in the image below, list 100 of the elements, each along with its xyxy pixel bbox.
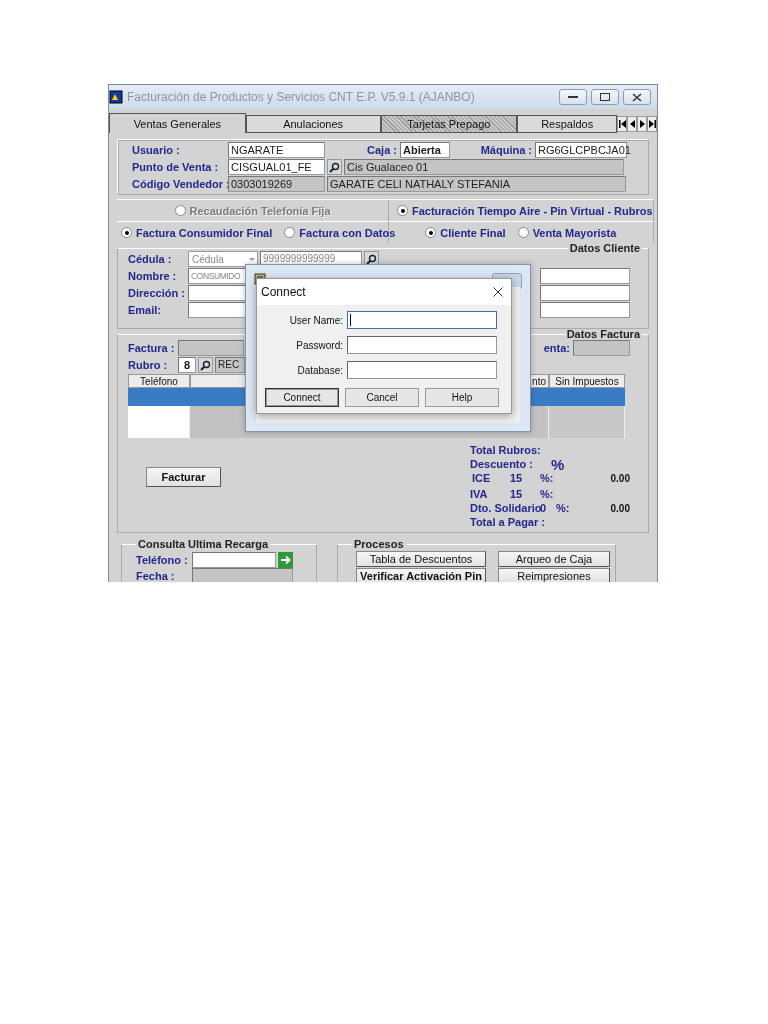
radio-button[interactable] — [517, 227, 529, 238]
column-header: Sin Impuestos — [549, 374, 625, 388]
percent-label: %: — [556, 502, 570, 514]
field-label: enta: — [543, 342, 570, 354]
field-label: Factura : — [128, 342, 176, 354]
item-name-field: REC — [215, 357, 245, 373]
next-tab-button[interactable] — [637, 116, 647, 132]
email-field[interactable] — [540, 302, 630, 318]
last-icon — [648, 120, 656, 128]
tab[interactable]: Ventas Generales — [109, 113, 246, 133]
previous-tab-button[interactable] — [627, 116, 638, 132]
input-field[interactable] — [347, 336, 497, 354]
close-button[interactable] — [623, 89, 651, 105]
minimize-button[interactable] — [559, 89, 587, 105]
group-title: Datos Cliente — [568, 244, 641, 254]
radio-button[interactable] — [284, 227, 296, 238]
point-of-sale-name-field: Cis Gualaceo 01 — [344, 159, 624, 175]
group-title: Procesos — [353, 539, 405, 550]
go-button[interactable] — [278, 552, 293, 568]
group-title: Consulta Ultima Recarga — [137, 539, 270, 550]
field-label: Email: — [128, 304, 162, 316]
column-header: Teléfono — [128, 374, 190, 388]
field-label: Cédula : — [128, 253, 173, 265]
dialog-button[interactable]: Connect — [265, 388, 339, 407]
window-title: Facturación de Productos y Servicios CNT E.P. V5.9.1 (AJANBO) — [127, 90, 476, 104]
amount-value: 0.00 — [610, 472, 630, 484]
user-field[interactable]: NGARATE — [228, 142, 325, 158]
tab[interactable]: Anulaciones — [245, 115, 381, 133]
field-label: Fecha : — [135, 570, 176, 582]
amount-value: 0.00 — [610, 502, 630, 514]
cash-register-field[interactable]: Abierta — [400, 142, 450, 158]
point-of-sale-field[interactable]: CISGUAL01_FE — [228, 159, 325, 175]
seller-code-field: 0303019269 — [228, 176, 325, 192]
rate-value: 15 — [510, 472, 524, 484]
radio-label: Factura Consumidor Final — [136, 226, 273, 239]
field-label: Caja : — [366, 144, 398, 156]
radio-button[interactable] — [121, 227, 132, 238]
field-label: Usuario : — [132, 144, 181, 156]
dialog-title: Connect — [261, 285, 306, 299]
input-field[interactable] — [347, 311, 497, 329]
first-icon — [618, 120, 626, 128]
radio-label: Recaudación Telefonía Fija — [189, 204, 331, 217]
left-triangle-icon — [628, 120, 636, 128]
search-button[interactable] — [327, 159, 342, 175]
invoice-button[interactable]: Facturar — [146, 467, 221, 487]
radio-label: Venta Mayorista — [532, 226, 617, 239]
close-icon[interactable] — [493, 287, 503, 297]
field-label: Database: — [296, 364, 344, 376]
field-label: Nombre : — [128, 270, 178, 282]
total-label: Descuento : — [470, 458, 533, 470]
rate-value: 0 — [540, 502, 548, 514]
seller-name-field: GARATE CELI NATHALY STEFANIA — [327, 176, 626, 192]
close-icon — [632, 92, 642, 102]
search-button[interactable] — [198, 357, 213, 373]
field-label: Código Vendedor : — [132, 178, 228, 190]
tab[interactable]: Respaldos — [517, 115, 618, 133]
tab[interactable]: Tarjetas Prepago — [380, 115, 518, 133]
radio-label: Facturación Tiempo Aire - Pin Virtual - Rubros — [412, 204, 653, 217]
rate-value: 15 — [510, 488, 524, 500]
process-button[interactable]: Tabla de Descuentos — [356, 551, 486, 567]
process-button[interactable]: Reimpresiones — [498, 568, 610, 582]
total-label: IVA — [470, 488, 489, 500]
table-cell — [128, 406, 190, 438]
dialog-button[interactable]: Help — [425, 388, 499, 407]
total-label: Total Rubros: — [470, 444, 541, 456]
name-field[interactable] — [540, 268, 630, 284]
percent-sign: % — [550, 455, 565, 473]
process-button[interactable]: Arqueo de Caja — [498, 551, 610, 567]
invoice-field — [178, 340, 244, 356]
percent-label: %: — [540, 488, 554, 500]
phone-field[interactable] — [192, 552, 276, 568]
field-label: Password: — [295, 339, 344, 351]
field-label: User Name: — [288, 314, 344, 326]
radio-label: Factura con Datos — [299, 226, 396, 239]
id-type-select[interactable]: Cédula — [188, 251, 258, 267]
process-button[interactable]: Verificar Activación Pin — [356, 568, 486, 582]
sale-field — [573, 340, 630, 356]
last-tab-button[interactable] — [647, 116, 657, 132]
input-field[interactable] — [347, 361, 497, 379]
right-triangle-icon — [638, 120, 646, 128]
name-field[interactable]: CONSUMIDO — [188, 268, 246, 284]
maximize-button[interactable] — [591, 89, 619, 105]
app-icon — [109, 90, 123, 104]
first-tab-button[interactable] — [617, 116, 628, 132]
field-label: Máquina : — [479, 144, 533, 156]
maximize-icon — [600, 93, 610, 101]
total-label: ICE — [471, 472, 492, 484]
radio-button[interactable] — [397, 205, 408, 216]
field-label: Rubro : — [128, 359, 169, 371]
minimize-icon — [568, 95, 578, 99]
group-title: Datos Factura — [565, 330, 642, 340]
radio-button[interactable] — [425, 227, 437, 238]
item-code-field[interactable]: 8 — [178, 357, 196, 373]
total-label: Total a Pagar : — [470, 516, 545, 528]
address-field[interactable] — [540, 285, 630, 301]
dialog-button[interactable]: Cancel — [345, 388, 419, 407]
field-label: Teléfono : — [135, 554, 189, 566]
field-label: Punto de Venta : — [132, 161, 220, 173]
total-label: Dto. Solidario — [470, 502, 540, 514]
field-label: Dirección : — [128, 287, 186, 299]
